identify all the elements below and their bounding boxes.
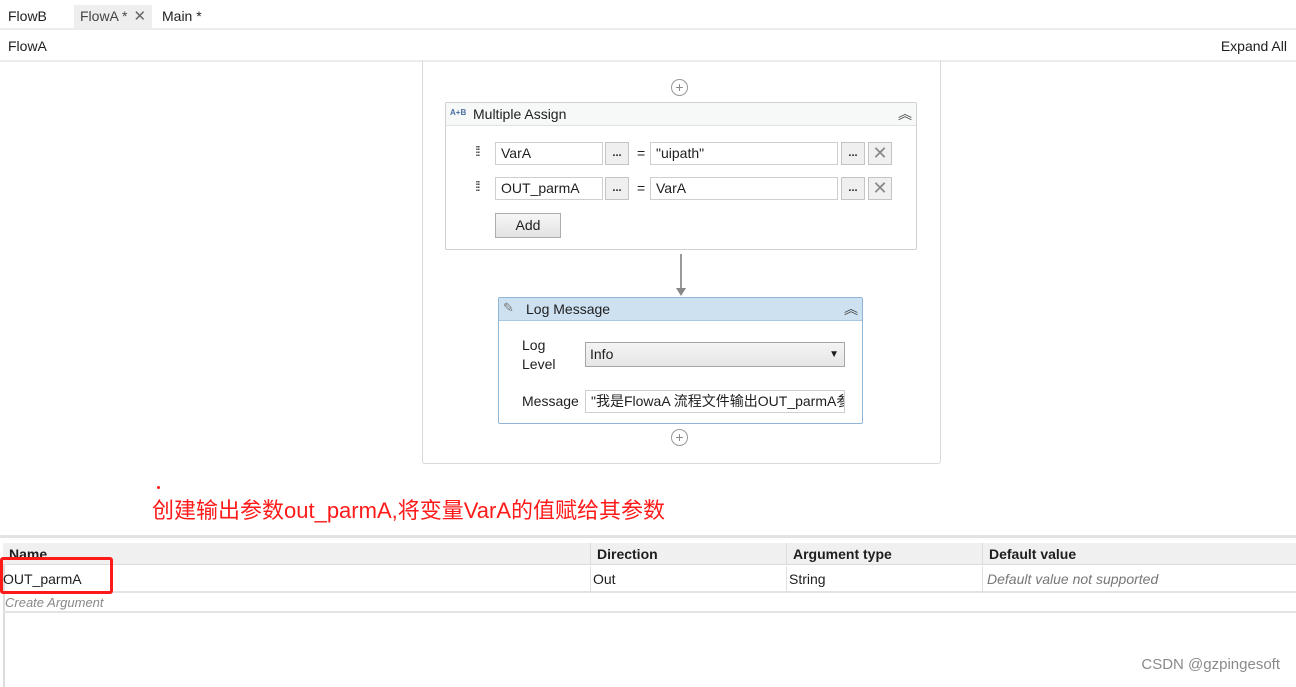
equals-sign: = bbox=[637, 145, 646, 161]
message-label: Message bbox=[522, 393, 579, 409]
activity-header: A+B Multiple Assign ︽ bbox=[446, 103, 916, 126]
remove-row-icon[interactable]: ✕ bbox=[868, 177, 892, 200]
assign-to-field[interactable]: OUT_parmA bbox=[495, 177, 603, 200]
collapse-icon[interactable]: ︽ bbox=[844, 299, 858, 319]
column-header-type[interactable]: Argument type bbox=[786, 543, 982, 565]
add-activity-plus-icon[interactable]: + bbox=[671, 429, 688, 446]
add-activity-plus-icon[interactable]: + bbox=[671, 79, 688, 96]
annotation-highlight-box bbox=[0, 557, 113, 594]
argument-default: Default value not supported bbox=[982, 566, 1296, 592]
assign-value-field[interactable]: VarA bbox=[650, 177, 838, 200]
activity-title: Log Message bbox=[526, 301, 611, 317]
close-icon[interactable]: ✕ bbox=[133, 6, 146, 28]
message-field[interactable]: "我是FlowaA 流程文件输出OUT_parmA参 bbox=[585, 390, 845, 413]
ellipsis-button[interactable]: ... bbox=[605, 177, 629, 200]
add-button[interactable]: Add bbox=[495, 213, 561, 238]
log-edit-icon: ✎ bbox=[503, 300, 514, 315]
watermark: CSDN @gzpingesoft bbox=[1141, 656, 1280, 673]
arguments-header: Name Direction Argument type Default val… bbox=[3, 543, 1296, 565]
tab-bar: FlowB FlowA * ✕ Main * bbox=[0, 0, 1296, 30]
tab-flowb[interactable]: FlowB bbox=[2, 5, 53, 29]
breadcrumb-bar: FlowA Expand All bbox=[0, 31, 1296, 62]
ellipsis-button[interactable]: ... bbox=[841, 142, 865, 165]
ellipsis-button[interactable]: ... bbox=[605, 142, 629, 165]
expand-all-button[interactable]: Expand All bbox=[1221, 38, 1287, 54]
log-level-label: Log bbox=[522, 337, 546, 353]
arguments-panel: Name Direction Argument type Default val… bbox=[0, 535, 1296, 687]
equals-sign: = bbox=[637, 180, 646, 196]
multiple-assign-activity[interactable]: A+B Multiple Assign ︽ ⁞⁞ VarA ... = "uip… bbox=[445, 102, 917, 250]
collapse-icon[interactable]: ︽ bbox=[898, 104, 912, 124]
annotation-text: 创建输出参数out_parmA,将变量VarA的值赋给其参数 bbox=[152, 498, 666, 523]
tab-flowa[interactable]: FlowA * ✕ bbox=[74, 5, 153, 29]
activity-header: ✎ Log Message ︽ bbox=[499, 298, 862, 321]
log-message-activity[interactable]: ✎ Log Message ︽ Log Level Info ▼ Message… bbox=[498, 297, 863, 424]
log-level-value: Info bbox=[590, 346, 614, 362]
column-header-default[interactable]: Default value bbox=[982, 543, 1296, 565]
table-row[interactable]: OUT_parmA Out String Default value not s… bbox=[3, 566, 1296, 593]
connector-arrow-icon bbox=[676, 288, 686, 296]
designer-canvas: + A+B Multiple Assign ︽ ⁞⁞ VarA ... = "u… bbox=[0, 61, 1296, 535]
column-header-direction[interactable]: Direction bbox=[590, 543, 786, 565]
assign-value-field[interactable]: "uipath" bbox=[650, 142, 838, 165]
tab-label: FlowA * bbox=[80, 8, 128, 24]
log-level-dropdown[interactable]: Info ▼ bbox=[585, 342, 845, 367]
tab-label: Main * bbox=[162, 8, 202, 24]
drag-handle-icon[interactable]: ⁞⁞ bbox=[475, 144, 481, 158]
tab-label: FlowB bbox=[8, 8, 47, 24]
argument-direction[interactable]: Out bbox=[590, 566, 786, 592]
tab-main[interactable]: Main * bbox=[156, 5, 208, 29]
connector-line bbox=[680, 254, 682, 290]
ellipsis-button[interactable]: ... bbox=[841, 177, 865, 200]
annotation-dot bbox=[157, 486, 160, 489]
drag-handle-icon[interactable]: ⁞⁞ bbox=[475, 179, 481, 193]
log-level-label: Level bbox=[522, 356, 556, 372]
remove-row-icon[interactable]: ✕ bbox=[868, 142, 892, 165]
activity-title: Multiple Assign bbox=[473, 106, 567, 122]
chevron-down-icon: ▼ bbox=[829, 349, 839, 360]
create-argument-button[interactable]: Create Argument bbox=[5, 595, 104, 610]
divider bbox=[3, 611, 1296, 613]
argument-type[interactable]: String bbox=[786, 566, 982, 592]
assign-to-field[interactable]: VarA bbox=[495, 142, 603, 165]
breadcrumb[interactable]: FlowA bbox=[8, 38, 47, 54]
assign-icon: A+B bbox=[450, 108, 467, 117]
